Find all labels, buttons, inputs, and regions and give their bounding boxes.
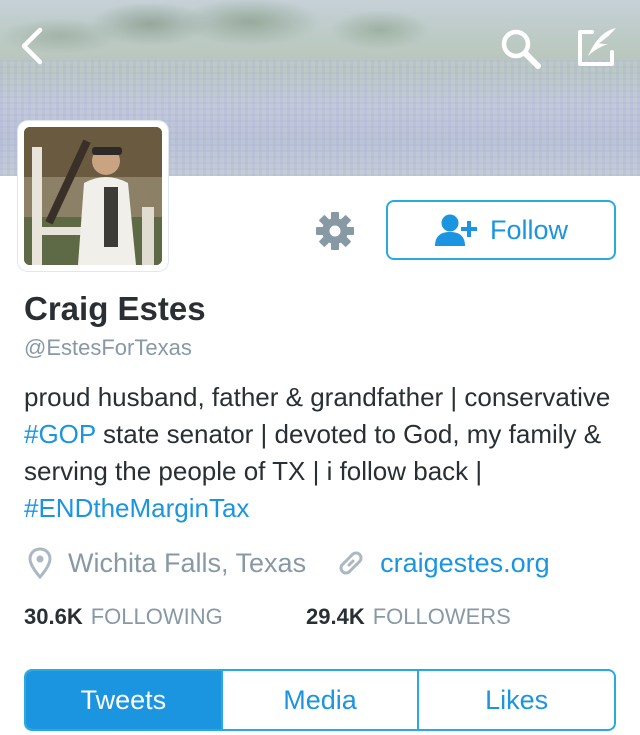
compose-tweet-button[interactable]	[572, 24, 620, 72]
profile-location: Wichita Falls, Texas	[68, 547, 307, 578]
hashtag-link[interactable]: #ENDtheMarginTax	[24, 493, 249, 523]
add-user-icon	[434, 214, 477, 246]
followers-count: 29.4K	[306, 604, 365, 629]
bio-text: state senator | devoted to God, my famil…	[24, 419, 602, 486]
follow-button-label: Follow	[489, 214, 569, 245]
profile-handle: @EstesForTexas	[24, 335, 192, 360]
hashtag-link[interactable]: #GOP	[24, 419, 96, 449]
following-count: 30.6K	[24, 604, 83, 629]
profile-meta: Wichita Falls, Texas craigestes.org	[28, 545, 550, 581]
profile-stats: 30.6K FOLLOWING 29.4K FOLLOWERS	[24, 604, 511, 630]
profile-avatar[interactable]	[18, 121, 168, 271]
search-button[interactable]	[496, 24, 544, 72]
back-button[interactable]	[14, 26, 50, 66]
profile-tabs: Tweets Media Likes	[24, 669, 616, 731]
compose-icon	[578, 28, 616, 66]
tab-likes[interactable]: Likes	[417, 671, 614, 729]
search-icon	[501, 29, 541, 69]
bio-text: proud husband, father & grandfather | co…	[24, 382, 611, 412]
tab-tweets[interactable]: Tweets	[26, 671, 221, 729]
link-icon	[339, 551, 363, 575]
avatar-photo	[24, 127, 162, 265]
tab-media[interactable]: Media	[220, 671, 418, 729]
follow-button[interactable]: Follow	[386, 200, 616, 260]
location-pin-icon	[28, 547, 52, 579]
gear-icon	[316, 212, 354, 250]
followers-label: FOLLOWERS	[372, 604, 511, 629]
profile-name: Craig Estes	[24, 290, 206, 327]
following-stat[interactable]: 30.6K FOLLOWING	[24, 604, 223, 630]
following-label: FOLLOWING	[90, 604, 223, 629]
profile-bio: proud husband, father & grandfather | co…	[24, 379, 624, 527]
chevron-left-icon	[21, 27, 43, 65]
avatar-image	[24, 127, 162, 265]
settings-button[interactable]	[310, 204, 360, 258]
profile-website-link[interactable]: craigestes.org	[380, 548, 550, 579]
followers-stat[interactable]: 29.4K FOLLOWERS	[306, 604, 511, 630]
